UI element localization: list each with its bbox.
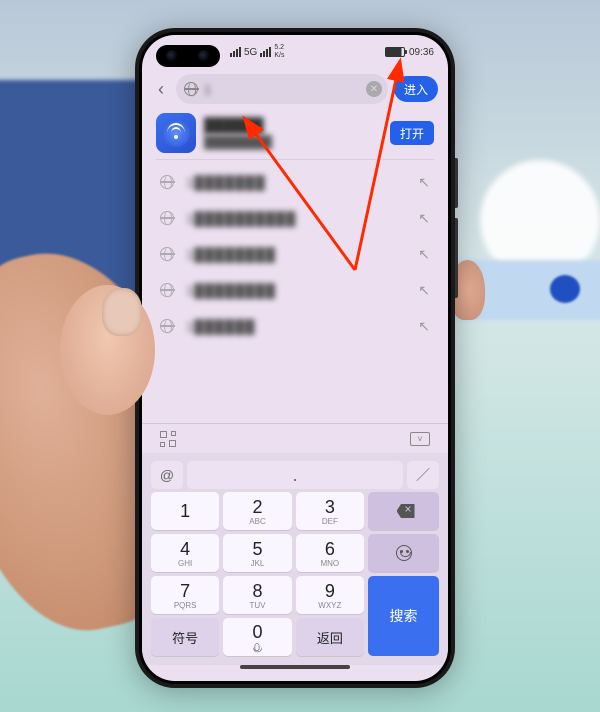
key-2[interactable]: 2ABC: [223, 492, 291, 530]
globe-icon: [160, 247, 174, 261]
wifi-signal-icon: [260, 47, 271, 57]
smile-icon: [396, 545, 412, 561]
globe-icon: [160, 211, 174, 225]
emoji-key[interactable]: [368, 534, 439, 572]
battery-icon: [385, 47, 405, 57]
grid-icon[interactable]: [160, 431, 176, 447]
thumb-nail: [102, 288, 142, 336]
background-object: [550, 275, 580, 303]
globe-icon: [160, 319, 174, 333]
dot-key[interactable]: .: [187, 461, 403, 489]
key-5[interactable]: 5JKL: [223, 534, 291, 572]
key-7[interactable]: 7PQRS: [151, 576, 219, 614]
net-speed: 5.2 K/s: [274, 44, 284, 60]
at-key[interactable]: @: [151, 461, 183, 489]
keyboard-collapse-icon[interactable]: ˅: [410, 432, 430, 446]
clock: 09:36: [409, 47, 434, 58]
keyboard: @ . ／ 1 2ABC 3DEF 4GHI 5JKL 6MNO 7PQRS 8…: [142, 453, 448, 665]
key-1[interactable]: 1: [151, 492, 219, 530]
wifi-app-icon: [156, 113, 196, 153]
key-3[interactable]: 3DEF: [296, 492, 364, 530]
mic-icon: [255, 643, 260, 650]
camera-cutout: [156, 45, 220, 67]
globe-icon: [160, 175, 174, 189]
volume-down-button: [455, 218, 458, 298]
annotation-arrow: [225, 60, 425, 315]
globe-icon: [160, 283, 174, 297]
nav-gesture-bar[interactable]: [142, 665, 448, 681]
search-key[interactable]: 搜索: [368, 576, 439, 656]
globe-icon: [184, 82, 198, 96]
back-button[interactable]: ‹: [152, 79, 170, 100]
arrow-up-left-icon: ↖: [418, 318, 430, 335]
network-label: 5G: [244, 47, 257, 58]
key-6[interactable]: 6MNO: [296, 534, 364, 572]
history-text: 1██████: [186, 319, 406, 334]
backspace-key[interactable]: [368, 492, 439, 530]
backspace-icon: [393, 504, 415, 518]
signal-icon: [230, 47, 241, 57]
return-key[interactable]: 返回: [296, 618, 364, 656]
key-4[interactable]: 4GHI: [151, 534, 219, 572]
key-8[interactable]: 8TUV: [223, 576, 291, 614]
slash-key[interactable]: ／: [407, 461, 439, 489]
key-9[interactable]: 9WXYZ: [296, 576, 364, 614]
key-0[interactable]: 0: [223, 618, 291, 656]
volume-up-button: [455, 158, 458, 208]
keyboard-toolbar: ˅: [142, 423, 448, 453]
symbol-key[interactable]: 符号: [151, 618, 219, 656]
